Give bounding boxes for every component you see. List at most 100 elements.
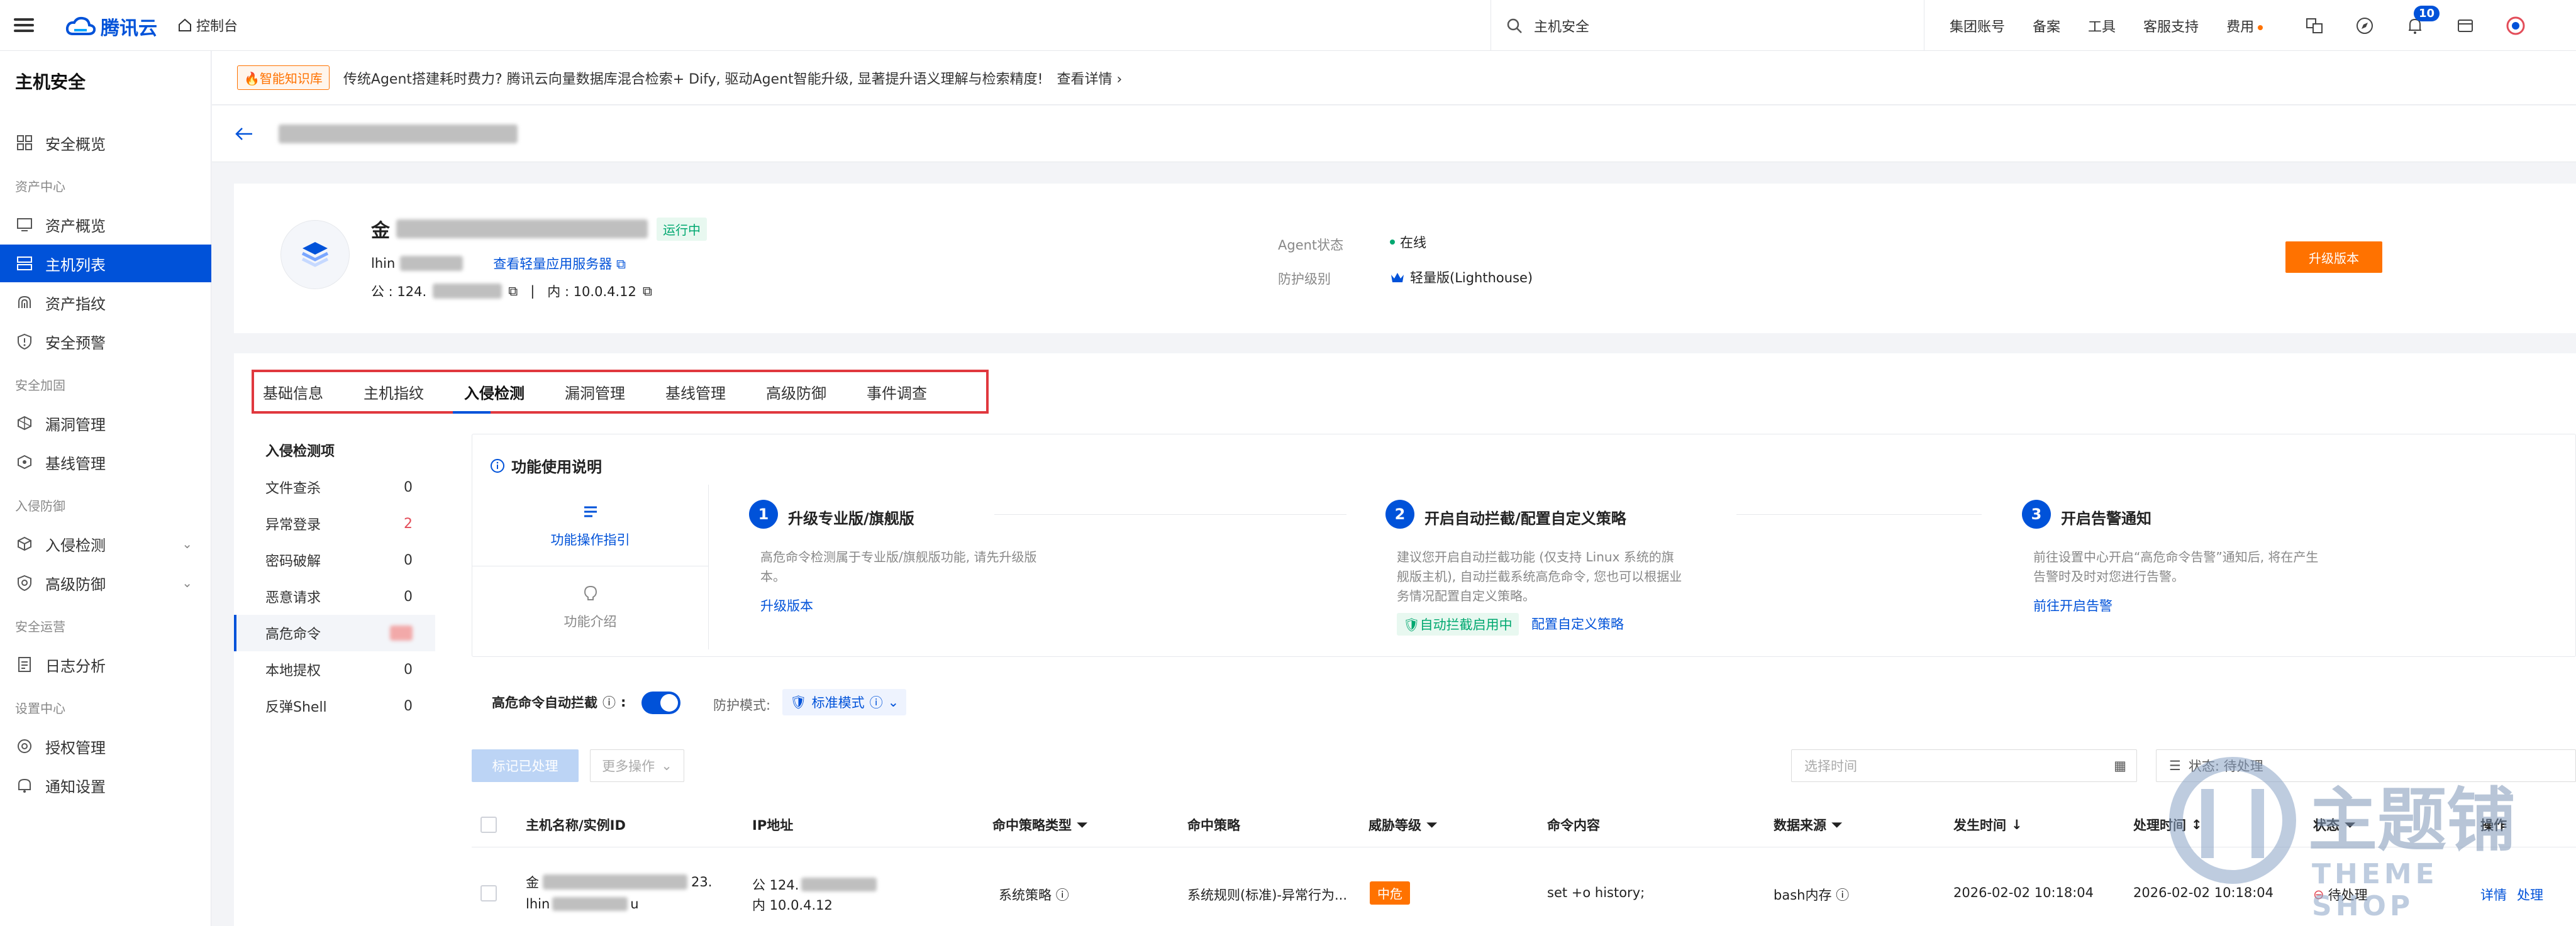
link-group-account[interactable]: 集团账号 bbox=[1950, 16, 2005, 36]
cube-icon bbox=[18, 536, 31, 551]
link-beian[interactable]: 备案 bbox=[2033, 16, 2060, 36]
sidebar-item-intrusion[interactable]: 入侵检测 ⌄ bbox=[0, 525, 211, 563]
sidebar-item-label: 安全概览 bbox=[45, 135, 106, 153]
host-info-card: 金 运行中 lhin 查看轻量应用服务器 ⧉ 公 : 124. ⧉ | 内 : … bbox=[234, 184, 2576, 333]
agent-status-label: Agent状态 bbox=[1278, 238, 1344, 253]
source-text: bash内存 bbox=[1774, 888, 1832, 903]
step-3-desc: 前往设置中心开启“高危命令告警”通知后, 将在产生告警时及时对您进行告警。 bbox=[2033, 549, 2319, 584]
filter-icon[interactable]: ⏷ bbox=[1426, 817, 1437, 833]
redacted-public-ip bbox=[433, 284, 502, 299]
sidebar-item-asset-overview[interactable]: 资产概览 bbox=[0, 206, 211, 243]
link-tools[interactable]: 工具 bbox=[2088, 16, 2116, 36]
sidebar-item-overview[interactable]: 安全概览 bbox=[0, 124, 211, 162]
server-icon bbox=[280, 220, 350, 289]
info-icon[interactable]: ⓘ bbox=[1056, 888, 1069, 903]
online-dot-icon bbox=[1390, 240, 1395, 245]
sidebar-item-license[interactable]: 授权管理 bbox=[0, 727, 211, 765]
tab-vuln-management[interactable]: 漏洞管理 bbox=[565, 381, 625, 403]
sidebar-item-baseline[interactable]: 基线管理 bbox=[0, 443, 211, 481]
select-all-checkbox[interactable] bbox=[480, 817, 497, 833]
sidebar: 主机安全 安全概览 资产中心 资产概览 主机列表 资产指纹 安全预警 安全加固 … bbox=[0, 51, 211, 926]
redacted-instance bbox=[552, 897, 628, 911]
license-icon bbox=[18, 739, 31, 753]
cart-icon[interactable] bbox=[2453, 13, 2478, 38]
copy-icon[interactable]: ⧉ bbox=[508, 284, 518, 299]
link-billing[interactable]: 费用 bbox=[2226, 16, 2263, 36]
redacted-host-title bbox=[279, 124, 518, 143]
detect-item-file[interactable]: 文件查杀 0 bbox=[234, 469, 435, 505]
tab-intrusion-detection[interactable]: 入侵检测 bbox=[464, 381, 525, 403]
tab-incident-investigation[interactable]: 事件调查 bbox=[867, 381, 927, 403]
detail-tabs: 基础信息 主机指纹 入侵检测 漏洞管理 基线管理 高级防御 事件调查 bbox=[252, 370, 989, 414]
time-range-picker[interactable]: 选择时间 ▦ bbox=[1791, 749, 2137, 782]
feature-guide-item[interactable]: 功能操作指引 bbox=[472, 485, 708, 566]
sidebar-item-notify[interactable]: 通知设置 bbox=[0, 766, 211, 804]
tab-host-fingerprint[interactable]: 主机指纹 bbox=[364, 381, 424, 403]
detect-item-login[interactable]: 异常登录 2 bbox=[234, 505, 435, 542]
detect-item-label: 密码破解 bbox=[265, 554, 321, 570]
sidebar-item-advanced[interactable]: 高级防御 ⌄ bbox=[0, 564, 211, 602]
mark-handled-button[interactable]: 标记已处理 bbox=[472, 749, 579, 782]
feature-guide-panel: 功能使用说明 功能操作指引 功能介绍 1 升级专业版/旗舰版 高危命令检测属于专… bbox=[472, 434, 2576, 657]
notification-badge: 10 bbox=[2414, 5, 2440, 21]
server-list-icon bbox=[17, 256, 32, 270]
step-3-alert-link[interactable]: 前往开启告警 bbox=[2033, 596, 2112, 615]
detect-item-reverse-shell[interactable]: 反弹Shell 0 bbox=[234, 688, 435, 724]
view-lighthouse-link[interactable]: 查看轻量应用服务器 ⧉ bbox=[493, 254, 626, 273]
detect-item-label: 高危命令 bbox=[265, 627, 321, 642]
policy-type-text: 系统策略 bbox=[999, 888, 1052, 903]
chevron-right-icon: › bbox=[1116, 71, 1123, 87]
compass-icon[interactable] bbox=[2352, 13, 2377, 38]
external-link-icon: ⧉ bbox=[616, 256, 626, 272]
sidebar-item-host-list[interactable]: 主机列表 bbox=[0, 245, 211, 282]
step-2-policy-link[interactable]: 配置自定义策略 bbox=[1531, 614, 1624, 633]
help-icon[interactable]: ⓘ bbox=[602, 693, 616, 712]
instance-prefix: lhin bbox=[526, 896, 550, 912]
threat-level-badge: 中危 bbox=[1370, 881, 1410, 905]
status-badge: 运行中 bbox=[657, 218, 707, 241]
ip-separator: | bbox=[530, 284, 535, 299]
redacted-count bbox=[390, 626, 413, 641]
upgrade-version-button[interactable]: 升级版本 bbox=[2285, 241, 2382, 273]
link-support[interactable]: 客服支持 bbox=[2143, 16, 2199, 36]
redacted-instance-id bbox=[400, 256, 464, 271]
filter-icon[interactable]: ⏷ bbox=[1831, 817, 1842, 833]
auto-block-toggle[interactable] bbox=[641, 692, 680, 714]
chevron-down-icon: ⌄ bbox=[182, 575, 192, 590]
global-search[interactable]: 主机安全 bbox=[1491, 0, 1924, 51]
more-actions-button[interactable]: 更多操作 ⌄ bbox=[590, 749, 684, 782]
auto-block-tag-text: 自动拦截启用中 bbox=[1419, 617, 1513, 632]
feature-intro-item[interactable]: 功能介绍 bbox=[472, 566, 708, 648]
row-checkbox[interactable] bbox=[480, 885, 497, 901]
notice-more-link[interactable]: 查看详情 › bbox=[1057, 68, 1122, 88]
sidebar-item-label: 漏洞管理 bbox=[45, 416, 106, 434]
sidebar-item-alert[interactable]: 安全预警 bbox=[0, 322, 211, 360]
protect-mode-label: 防护模式: bbox=[713, 698, 771, 713]
tencent-cloud-logo[interactable]: 腾讯云 bbox=[65, 13, 157, 40]
host-name-suffix: 23. bbox=[691, 874, 713, 890]
console-link[interactable]: 控制台 bbox=[177, 15, 238, 35]
sidebar-item-vuln[interactable]: 漏洞管理 bbox=[0, 404, 211, 442]
detect-item-bruteforce[interactable]: 密码破解 0 bbox=[234, 542, 435, 578]
avatar-icon[interactable] bbox=[2503, 13, 2528, 38]
protect-mode-select[interactable]: 🛡 标准模式 ⓘ ⌄ bbox=[782, 689, 907, 715]
detect-item-privilege[interactable]: 本地提权 0 bbox=[234, 651, 435, 688]
tab-basic-info[interactable]: 基础信息 bbox=[263, 381, 323, 403]
bell-icon[interactable]: 10 bbox=[2402, 5, 2440, 38]
step-1-upgrade-link[interactable]: 升级版本 bbox=[760, 596, 813, 615]
translate-icon[interactable] bbox=[2302, 13, 2327, 38]
detect-item-high-risk-command[interactable]: 高危命令 bbox=[234, 615, 435, 651]
calendar-icon: ▦ bbox=[2114, 758, 2126, 773]
brand-name: 腾讯云 bbox=[101, 18, 157, 40]
hamburger-menu-icon[interactable] bbox=[14, 15, 34, 35]
copy-icon[interactable]: ⧉ bbox=[643, 284, 652, 299]
sort-desc-icon[interactable]: ↓ bbox=[2011, 817, 2023, 832]
info-icon[interactable]: ⓘ bbox=[1836, 888, 1849, 903]
sidebar-item-log[interactable]: 日志分析 bbox=[0, 646, 211, 683]
tab-baseline-management[interactable]: 基线管理 bbox=[665, 381, 726, 403]
detect-item-malicious-request[interactable]: 恶意请求 0 bbox=[234, 578, 435, 615]
sidebar-item-fingerprint[interactable]: 资产指纹 bbox=[0, 284, 211, 321]
filter-icon[interactable]: ⏷ bbox=[1077, 817, 1087, 833]
tab-advanced-defense[interactable]: 高级防御 bbox=[766, 381, 826, 403]
back-arrow-icon[interactable] bbox=[235, 126, 253, 142]
